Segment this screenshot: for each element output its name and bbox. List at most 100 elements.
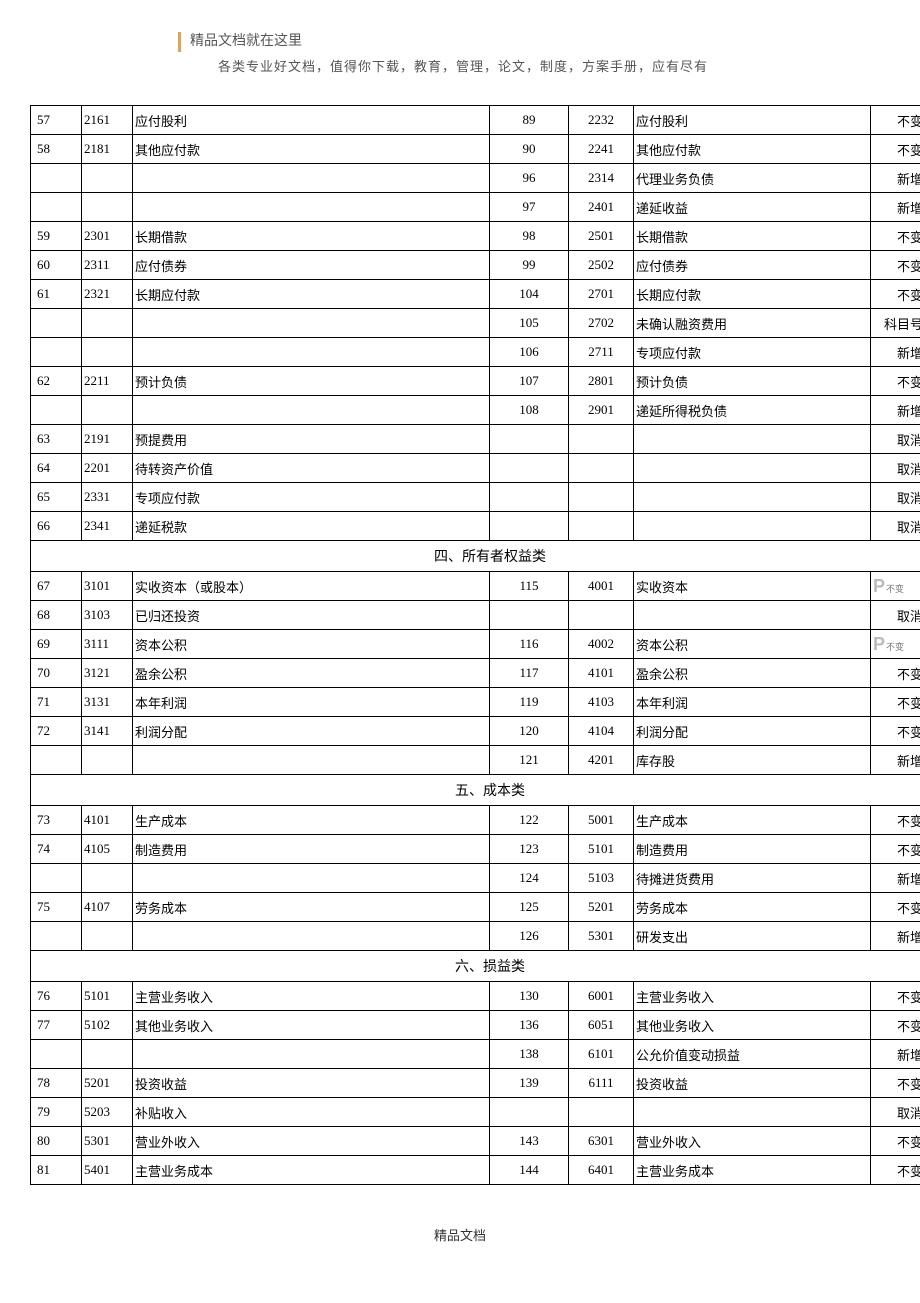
cell-c2: 5201 <box>82 1069 133 1098</box>
cell-c1 <box>31 193 82 222</box>
table-row: 622211预计负债1072801预计负债不变 <box>31 367 920 396</box>
cell-c7: 不变 <box>871 659 920 688</box>
cell-c3: 应付股利 <box>133 106 490 135</box>
table-row: 734101生产成本1225001生产成本不变 <box>31 806 920 835</box>
cell-c4: 120 <box>490 717 569 746</box>
cell-c7: 新增 <box>871 338 920 367</box>
cell-c2: 3121 <box>82 659 133 688</box>
cell-c3: 递延税款 <box>133 512 490 541</box>
table-row: 962314代理业务负债新增 <box>31 164 920 193</box>
cell-c7: 不变 <box>871 280 920 309</box>
cell-c5: 2801 <box>569 367 634 396</box>
cell-c6: 研发支出 <box>634 922 871 951</box>
cell-c5: 4001 <box>569 572 634 601</box>
cell-c2: 2181 <box>82 135 133 164</box>
cell-c1: 78 <box>31 1069 82 1098</box>
cell-c7: 不变 <box>871 1069 920 1098</box>
cell-c4: 136 <box>490 1011 569 1040</box>
cell-c2: 5301 <box>82 1127 133 1156</box>
table-row: 723141利润分配1204104利润分配不变 <box>31 717 920 746</box>
cell-c7: 不变 <box>871 1156 920 1185</box>
cell-c2: 2161 <box>82 106 133 135</box>
cell-c2: 3141 <box>82 717 133 746</box>
section-title: 五、成本类 <box>31 775 920 806</box>
cell-c4: 89 <box>490 106 569 135</box>
section-title: 四、所有者权益类 <box>31 541 920 572</box>
cell-c2: 2321 <box>82 280 133 309</box>
watermark-icon: P <box>873 634 884 654</box>
cell-c6: 主营业务收入 <box>634 982 871 1011</box>
cell-c7: 不变 <box>871 1127 920 1156</box>
cell-c6: 应付债券 <box>634 251 871 280</box>
cell-c1: 57 <box>31 106 82 135</box>
cell-c5: 2702 <box>569 309 634 338</box>
cell-c4: 124 <box>490 864 569 893</box>
cell-c1: 61 <box>31 280 82 309</box>
cell-c3: 主营业务收入 <box>133 982 490 1011</box>
cell-c5: 6001 <box>569 982 634 1011</box>
cell-c5: 2901 <box>569 396 634 425</box>
cell-c3: 应付债券 <box>133 251 490 280</box>
cell-c6: 其他应付款 <box>634 135 871 164</box>
cell-c1: 74 <box>31 835 82 864</box>
cell-c1: 75 <box>31 893 82 922</box>
cell-c3: 主营业务成本 <box>133 1156 490 1185</box>
cell-c6: 公允价值变动损益 <box>634 1040 871 1069</box>
table-row: 602311应付债券992502应付债券不变 <box>31 251 920 280</box>
accounts-table: 572161应付股利892232应付股利不变582181其他应付款902241其… <box>30 105 920 1185</box>
cell-c6: 营业外收入 <box>634 1127 871 1156</box>
cell-c2: 2341 <box>82 512 133 541</box>
cell-c1: 80 <box>31 1127 82 1156</box>
cell-c1 <box>31 309 82 338</box>
cell-c1 <box>31 864 82 893</box>
cell-c6: 应付股利 <box>634 106 871 135</box>
cell-c4: 126 <box>490 922 569 951</box>
cell-c4 <box>490 483 569 512</box>
table-row: 662341递延税款取消 <box>31 512 920 541</box>
cell-c2 <box>82 309 133 338</box>
cell-c4: 139 <box>490 1069 569 1098</box>
cell-c5: 2701 <box>569 280 634 309</box>
cell-c3: 劳务成本 <box>133 893 490 922</box>
cell-c7: 新增 <box>871 164 920 193</box>
cell-c7: 不变 <box>871 367 920 396</box>
cell-c1 <box>31 746 82 775</box>
cell-c5 <box>569 425 634 454</box>
watermark-label: 不变 <box>886 584 904 594</box>
cell-c2: 4105 <box>82 835 133 864</box>
cell-c3 <box>133 309 490 338</box>
cell-c2: 3111 <box>82 630 133 659</box>
cell-c6: 其他业务收入 <box>634 1011 871 1040</box>
cell-c2: 3101 <box>82 572 133 601</box>
cell-c4 <box>490 601 569 630</box>
cell-c6: 库存股 <box>634 746 871 775</box>
cell-c1: 70 <box>31 659 82 688</box>
cell-c1: 68 <box>31 601 82 630</box>
cell-c3: 资本公积 <box>133 630 490 659</box>
cell-c6: 生产成本 <box>634 806 871 835</box>
header-accent-bar <box>178 32 181 52</box>
cell-c6 <box>634 425 871 454</box>
cell-c6 <box>634 1098 871 1127</box>
table-row: 765101主营业务收入1306001主营业务收入不变 <box>31 982 920 1011</box>
cell-c4: 116 <box>490 630 569 659</box>
document-header: 精品文档就在这里 各类专业好文档，值得你下载，教育，管理，论文，制度，方案手册，… <box>190 30 890 75</box>
cell-c2: 2331 <box>82 483 133 512</box>
cell-c5: 4101 <box>569 659 634 688</box>
cell-c2: 2201 <box>82 454 133 483</box>
cell-c7: 不变 <box>871 893 920 922</box>
cell-c3: 专项应付款 <box>133 483 490 512</box>
cell-c7: 不变 <box>871 106 920 135</box>
cell-c5: 4002 <box>569 630 634 659</box>
table-row: 815401主营业务成本1446401主营业务成本不变 <box>31 1156 920 1185</box>
cell-c3 <box>133 1040 490 1069</box>
cell-c1: 67 <box>31 572 82 601</box>
cell-c5: 2314 <box>569 164 634 193</box>
cell-c7: 新增 <box>871 746 920 775</box>
cell-c1: 71 <box>31 688 82 717</box>
cell-c1: 64 <box>31 454 82 483</box>
cell-c3 <box>133 164 490 193</box>
cell-c7: 新增 <box>871 922 920 951</box>
cell-c2 <box>82 164 133 193</box>
table-row: 1265301研发支出新增 <box>31 922 920 951</box>
